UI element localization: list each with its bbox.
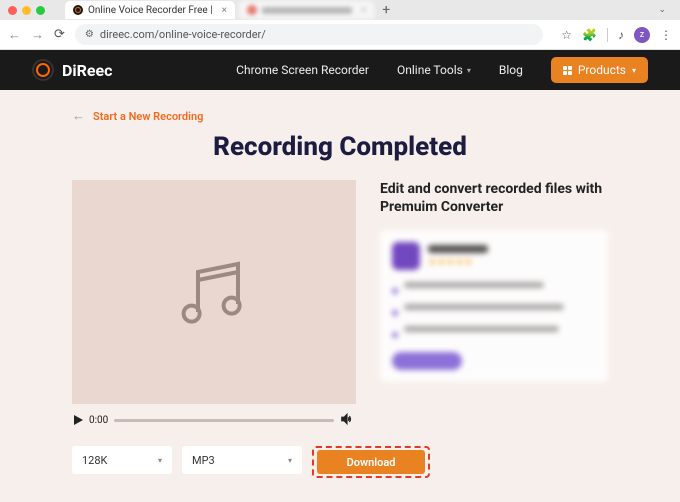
volume-icon[interactable] <box>340 411 354 430</box>
tab-title: Online Voice Recorder Free | <box>88 5 213 16</box>
audio-player: 0:00 <box>72 408 356 432</box>
window-titlebar: Online Voice Recorder Free | × × + ⌄ <box>0 0 680 20</box>
products-button[interactable]: Products ▾ <box>551 57 648 83</box>
minimize-window-button[interactable] <box>22 6 31 15</box>
close-tab-icon[interactable]: × <box>361 5 366 16</box>
try-free-button[interactable] <box>392 352 462 370</box>
brand-name[interactable]: DiReec <box>62 61 113 80</box>
player-time: 0:00 <box>89 415 108 426</box>
learn-more-link[interactable] <box>470 352 530 370</box>
audio-preview <box>72 180 356 404</box>
logo-icon[interactable] <box>32 59 54 81</box>
promo-heading: Edit and convert recorded files with Pre… <box>380 180 608 216</box>
new-tab-button[interactable]: + <box>382 2 390 18</box>
chevron-down-icon: ▾ <box>467 66 471 75</box>
play-button[interactable] <box>74 415 83 425</box>
url-text: direec.com/online-voice-recorder/ <box>100 28 266 41</box>
back-button[interactable]: ← <box>8 27 21 43</box>
separator <box>607 28 608 42</box>
toolbar-right: ☆ 🧩 ♪ z ⋮ <box>561 27 672 43</box>
download-button[interactable]: Download <box>317 450 425 474</box>
close-window-button[interactable] <box>8 6 17 15</box>
media-controls-icon[interactable]: ♪ <box>618 28 624 42</box>
download-highlight: Download <box>312 446 430 478</box>
close-tab-icon[interactable]: × <box>222 5 227 16</box>
tabs-dropdown-icon[interactable]: ⌄ <box>658 5 666 15</box>
back-link[interactable]: ← Start a New Recording <box>72 108 640 124</box>
download-controls: 128K ▾ MP3 ▾ Download <box>40 446 640 478</box>
nav-blog[interactable]: Blog <box>499 63 523 77</box>
menu-icon[interactable]: ⋮ <box>660 28 672 42</box>
traffic-lights <box>8 6 45 15</box>
site-settings-icon[interactable]: ⚙ <box>85 29 94 40</box>
browser-toolbar: ← → ⟳ ⚙ direec.com/online-voice-recorder… <box>0 20 680 50</box>
back-link-text: Start a New Recording <box>93 110 203 123</box>
arrow-left-icon: ← <box>72 108 85 124</box>
chevron-down-icon: ▾ <box>158 456 162 465</box>
tab-strip: Online Voice Recorder Free | × × + <box>65 1 638 19</box>
music-note-icon <box>174 252 254 332</box>
grid-icon <box>563 66 572 75</box>
favicon-icon <box>73 5 83 15</box>
favicon-icon <box>247 5 257 15</box>
tab-active[interactable]: Online Voice Recorder Free | × <box>65 1 235 19</box>
address-bar[interactable]: ⚙ direec.com/online-voice-recorder/ <box>75 24 543 45</box>
star-rating: ★★★★★ <box>428 257 488 268</box>
site-header: DiReec Chrome Screen Recorder Online Too… <box>0 50 680 90</box>
bitrate-select[interactable]: 128K ▾ <box>72 446 172 474</box>
tab-title-blurred <box>262 7 352 14</box>
nav-screen-recorder[interactable]: Chrome Screen Recorder <box>236 63 369 77</box>
preview-column: 0:00 <box>72 180 356 432</box>
extensions-icon[interactable]: 🧩 <box>582 28 597 42</box>
chevron-down-icon: ▾ <box>632 66 636 75</box>
forward-button[interactable]: → <box>31 27 44 43</box>
page-title: Recording Completed <box>40 132 640 162</box>
tab-inactive[interactable]: × <box>239 1 374 19</box>
profile-avatar[interactable]: z <box>634 27 650 43</box>
app-name-blurred <box>428 245 488 253</box>
page-content: ← Start a New Recording Recording Comple… <box>0 90 680 502</box>
chevron-down-icon: ▾ <box>288 456 292 465</box>
promo-card[interactable]: ★★★★★ <box>380 230 608 382</box>
main-content: 0:00 Edit and convert recorded files wit… <box>40 180 640 432</box>
nav-online-tools[interactable]: Online Tools ▾ <box>397 63 471 77</box>
seek-slider[interactable] <box>114 419 334 422</box>
app-icon <box>392 242 420 270</box>
reload-button[interactable]: ⟳ <box>54 27 65 42</box>
bookmark-icon[interactable]: ☆ <box>561 28 572 42</box>
maximize-window-button[interactable] <box>36 6 45 15</box>
promo-column: Edit and convert recorded files with Pre… <box>380 180 608 432</box>
format-select[interactable]: MP3 ▾ <box>182 446 302 474</box>
